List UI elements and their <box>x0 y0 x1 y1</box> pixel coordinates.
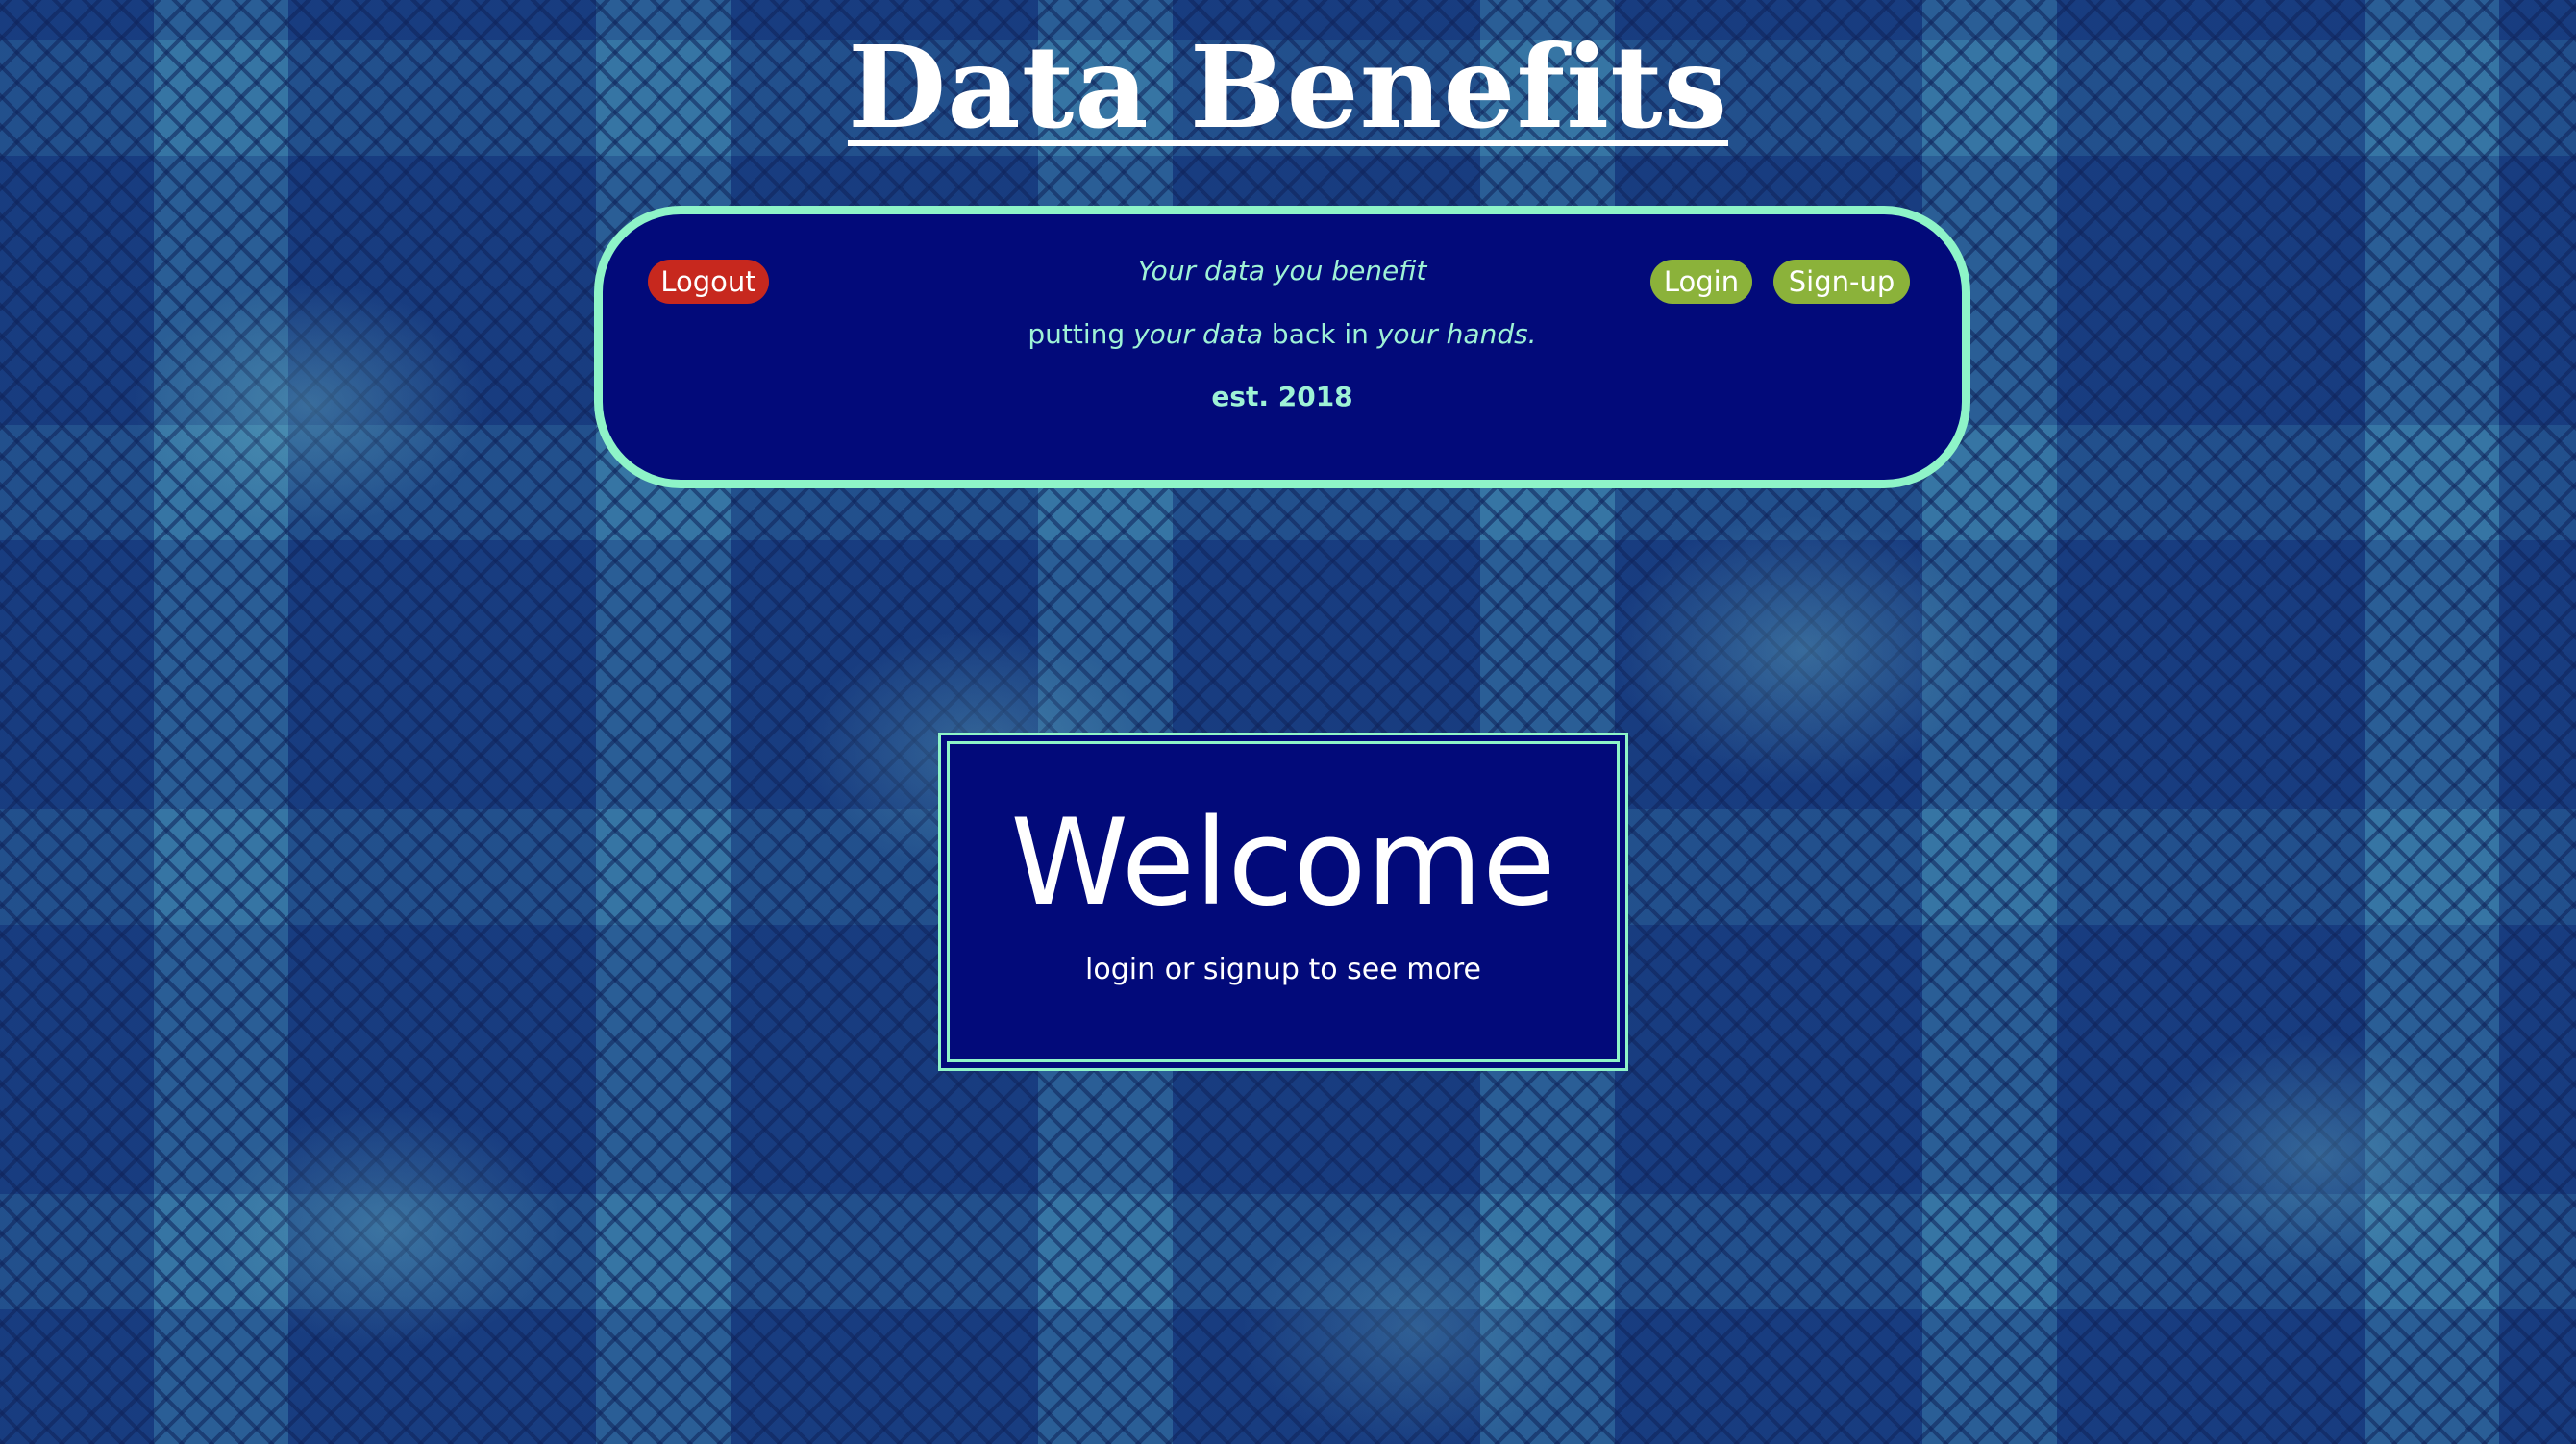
welcome-box: Welcome login or signup to see more <box>938 733 1628 1071</box>
tagline-sub-part1: putting <box>1028 318 1134 350</box>
welcome-subtitle: login or signup to see more <box>1085 953 1481 986</box>
site-title-text: Data Benefits <box>847 20 1729 154</box>
site-title: Data Benefits <box>0 25 2576 150</box>
header-panel: Logout Your data you benefit putting you… <box>594 206 1970 488</box>
login-button[interactable]: Login <box>1650 260 1752 304</box>
tagline-main: Your data you benefit <box>1137 255 1427 286</box>
welcome-title: Welcome <box>1010 794 1556 933</box>
tagline-sub-part2: back in <box>1263 318 1377 350</box>
tagline-sub-emphasis-2: your hands. <box>1376 318 1537 350</box>
signup-button[interactable]: Sign-up <box>1773 260 1910 304</box>
tagline-sub-emphasis-1: your data <box>1133 318 1264 350</box>
established-year: est. 2018 <box>1211 381 1353 412</box>
tagline-sub: putting your data back in your hands. <box>603 318 1962 350</box>
